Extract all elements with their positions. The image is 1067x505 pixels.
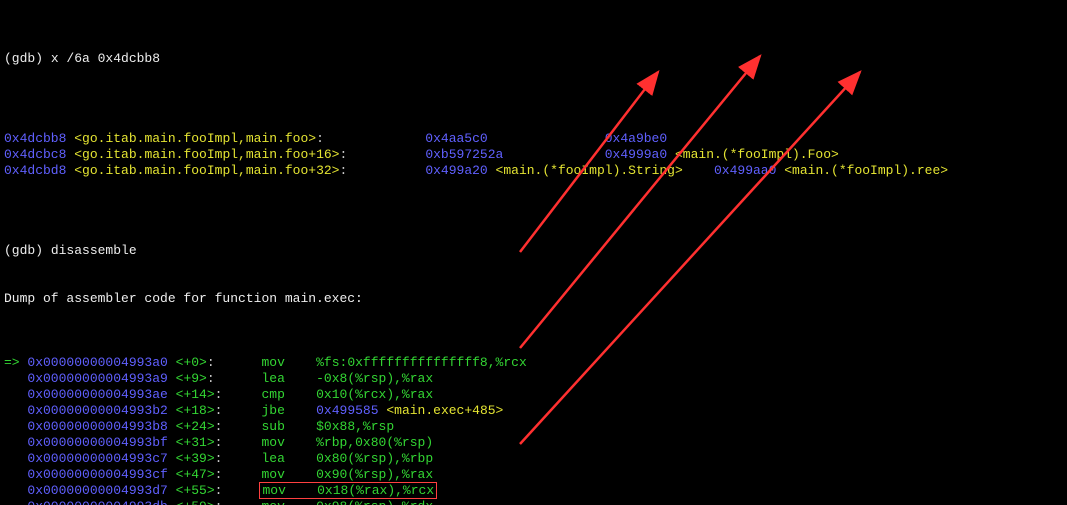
gdb-prompt: (gdb) — [4, 51, 51, 66]
disasm-offset: <+0> — [176, 355, 207, 370]
disasm-addr: 0x00000000004993cf — [27, 467, 167, 482]
operands: 0x10(%rcx),%rax — [316, 387, 433, 402]
mem-value: 0x4aa5c0 — [425, 131, 487, 146]
mnemonic: mov — [262, 483, 309, 498]
disasm-addr: 0x00000000004993c7 — [27, 451, 167, 466]
operands: -0x8(%rsp),%rax — [316, 371, 433, 386]
disasm-row: 0x00000000004993d7 <+55>: mov 0x18(%rax)… — [4, 483, 1063, 499]
mnemonic: sub — [261, 419, 308, 434]
disasm-offset: <+39> — [176, 451, 215, 466]
highlighted-instruction: mov 0x18(%rax),%rcx — [259, 482, 437, 499]
memory-dump-section: 0x4dcbb8 <go.itab.main.fooImpl,main.foo>… — [4, 131, 1063, 179]
mnemonic: mov — [261, 355, 308, 370]
mem-value: 0x4a9be0 — [605, 131, 667, 146]
disasm-row: => 0x00000000004993a0 <+0>: mov %fs:0xff… — [4, 355, 1063, 371]
disasm-row: 0x00000000004993ae <+14>: cmp 0x10(%rcx)… — [4, 387, 1063, 403]
mem-addr: 0x4dcbb8 — [4, 131, 66, 146]
mem-value: 0x4999a0 — [605, 147, 667, 162]
disasm-offset: <+18> — [176, 403, 215, 418]
mem-symbol: <go.itab.main.fooImpl,main.foo+16> — [74, 147, 339, 162]
operand-symbol: <main.exec+485> — [386, 403, 503, 418]
disasm-offset: <+55> — [176, 483, 215, 498]
operands: 0x80(%rsp),%rbp — [316, 451, 433, 466]
mem-label: <main.(*fooImpl).Foo> — [675, 147, 839, 162]
disasm-row: 0x00000000004993b8 <+24>: sub $0x88,%rsp — [4, 419, 1063, 435]
gdb-disassemble-line[interactable]: (gdb) disassemble — [4, 243, 1063, 259]
gdb-cmd: x /6a 0x4dcbb8 — [51, 51, 160, 66]
disasm-addr: 0x00000000004993b8 — [27, 419, 167, 434]
memory-dump-row: 0x4dcbc8 <go.itab.main.fooImpl,main.foo+… — [4, 147, 1063, 163]
mem-value: 0x499aa0 — [714, 163, 776, 178]
memory-dump-row: 0x4dcbd8 <go.itab.main.fooImpl,main.foo+… — [4, 163, 1063, 179]
operands: %rbp,0x80(%rsp) — [316, 435, 433, 450]
disassembly-listing: => 0x00000000004993a0 <+0>: mov %fs:0xff… — [4, 355, 1063, 505]
terminal-output: (gdb) x /6a 0x4dcbb8 0x4dcbb8 <go.itab.m… — [0, 0, 1067, 505]
disasm-addr: 0x00000000004993b2 — [27, 403, 167, 418]
disasm-row: 0x00000000004993db <+59>: mov 0x98(%rsp)… — [4, 499, 1063, 505]
disasm-offset: <+59> — [176, 499, 215, 505]
operands: 0x18(%rax),%rcx — [317, 483, 434, 498]
disasm-row: 0x00000000004993b2 <+18>: jbe 0x499585 <… — [4, 403, 1063, 419]
mnemonic: jbe — [261, 403, 308, 418]
memory-dump-row: 0x4dcbb8 <go.itab.main.fooImpl,main.foo>… — [4, 131, 1063, 147]
operands: %fs:0xfffffffffffffff8,%rcx — [316, 355, 527, 370]
mnemonic: lea — [261, 451, 308, 466]
mem-addr: 0x4dcbc8 — [4, 147, 66, 162]
disasm-addr: 0x00000000004993a0 — [27, 355, 167, 370]
mem-label: <main.(*fooImpl).String> — [496, 163, 683, 178]
disasm-addr: 0x00000000004993bf — [27, 435, 167, 450]
disasm-row: 0x00000000004993bf <+31>: mov %rbp,0x80(… — [4, 435, 1063, 451]
disasm-addr: 0x00000000004993ae — [27, 387, 167, 402]
gdb-prompt: (gdb) — [4, 243, 51, 258]
disasm-addr: 0x00000000004993d7 — [27, 483, 167, 498]
operands: $0x88,%rsp — [316, 419, 394, 434]
mem-symbol: <go.itab.main.fooImpl,main.foo> — [74, 131, 316, 146]
disasm-offset: <+14> — [176, 387, 215, 402]
mem-symbol: <go.itab.main.fooImpl,main.foo+32> — [74, 163, 339, 178]
mem-value: 0x499a20 — [425, 163, 487, 178]
disasm-offset: <+47> — [176, 467, 215, 482]
operands: 0x90(%rsp),%rax — [316, 467, 433, 482]
mnemonic: mov — [261, 499, 308, 505]
mnemonic: mov — [261, 435, 308, 450]
disasm-addr: 0x00000000004993a9 — [27, 371, 167, 386]
mem-value: 0xb597252a — [425, 147, 503, 162]
disasm-row: 0x00000000004993a9 <+9>: lea -0x8(%rsp),… — [4, 371, 1063, 387]
mem-addr: 0x4dcbd8 — [4, 163, 66, 178]
operands: 0x499585 — [316, 403, 378, 418]
current-marker: => — [4, 355, 27, 370]
mnemonic: cmp — [261, 387, 308, 402]
mnemonic: lea — [261, 371, 308, 386]
disasm-offset: <+24> — [176, 419, 215, 434]
operands: 0x98(%rsp),%rdx — [316, 499, 433, 505]
disassembly-header: Dump of assembler code for function main… — [4, 291, 1063, 307]
disasm-addr: 0x00000000004993db — [27, 499, 167, 505]
disasm-offset: <+31> — [176, 435, 215, 450]
disasm-row: 0x00000000004993cf <+47>: mov 0x90(%rsp)… — [4, 467, 1063, 483]
disasm-row: 0x00000000004993c7 <+39>: lea 0x80(%rsp)… — [4, 451, 1063, 467]
gdb-cmd-disassemble: disassemble — [51, 243, 137, 258]
mnemonic: mov — [261, 467, 308, 482]
gdb-command-line[interactable]: (gdb) x /6a 0x4dcbb8 — [4, 51, 1063, 67]
mem-label: <main.(*fooImpl).ree> — [784, 163, 948, 178]
disasm-offset: <+9> — [176, 371, 207, 386]
